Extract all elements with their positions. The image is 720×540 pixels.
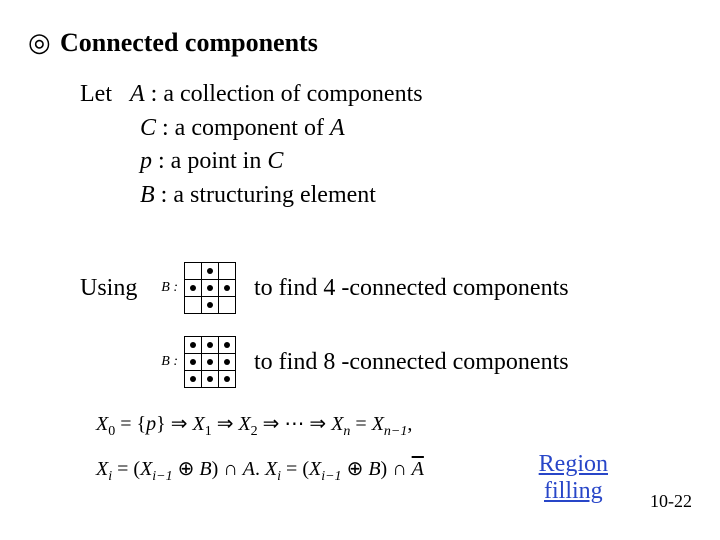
B-colon-label-1: B :: [158, 280, 178, 296]
desc-p: : a point in: [152, 148, 267, 174]
page-number: 10-22: [650, 491, 692, 512]
region-filling-link[interactable]: Region filling: [539, 451, 608, 504]
section-title: Connected components: [60, 28, 318, 58]
var-B: B: [140, 182, 155, 208]
B-colon-label-2: B :: [158, 354, 178, 370]
using-4connected-row: Using B : to find 4 -connected component…: [80, 258, 569, 318]
link-text-1: Region: [539, 451, 608, 477]
def-C: C : a component of A: [80, 112, 423, 146]
link-text-2: filling: [544, 478, 603, 504]
of-A: A: [330, 115, 345, 141]
var-C: C: [140, 115, 156, 141]
let-word: Let: [80, 81, 112, 107]
using-8connected-row: B : to find 8 -connected components: [80, 332, 569, 392]
definitions-block: Let A : a collection of components C : a…: [80, 78, 423, 212]
def-A: Let A : a collection of components: [80, 78, 423, 112]
var-p: p: [140, 148, 152, 174]
desc-A: : a collection of components: [145, 81, 423, 107]
formula-block: X0 = {p} ⇒ X1 ⇒ X2 ⇒ ⋯ ⇒ Xn = Xn−1, Xi =…: [96, 408, 424, 489]
desc-B: : a structuring element: [155, 182, 376, 208]
section-bullet: ◎: [28, 28, 51, 58]
formula-line-2: Xi = (Xi−1 ⊕ B) ∩ A. Xi = (Xi−1 ⊕ B) ∩ A: [96, 453, 424, 488]
text-4connected: to find 4 -connected components: [254, 275, 569, 302]
formula-line-1: X0 = {p} ⇒ X1 ⇒ X2 ⇒ ⋯ ⇒ Xn = Xn−1,: [96, 408, 424, 443]
def-p: p : a point in C: [80, 145, 423, 179]
desc-C: : a component of: [156, 115, 330, 141]
of-C: C: [267, 148, 283, 174]
text-8connected: to find 8 -connected components: [254, 349, 569, 376]
var-A: A: [130, 81, 145, 107]
structuring-element-4: [184, 262, 236, 314]
def-B: B : a structuring element: [80, 179, 423, 213]
using-label: Using: [80, 275, 158, 302]
structuring-element-8: [184, 336, 236, 388]
